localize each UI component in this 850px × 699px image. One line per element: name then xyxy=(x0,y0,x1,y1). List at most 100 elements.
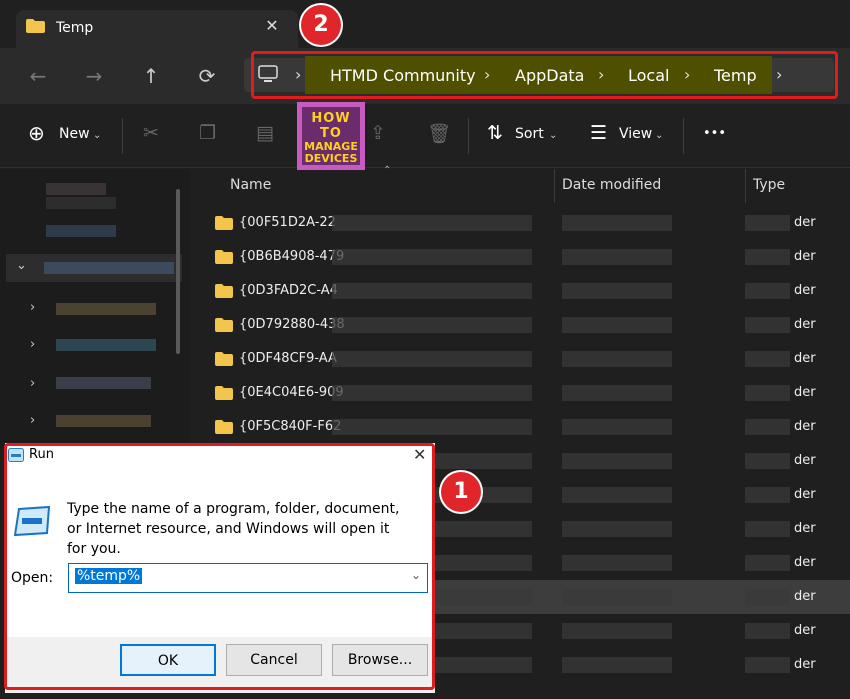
file-type: der xyxy=(794,419,816,434)
blurred-name xyxy=(435,453,532,469)
file-type: der xyxy=(794,249,816,264)
cut-icon[interactable]: ✂ xyxy=(143,122,159,144)
logo-line-1: HOW TO xyxy=(311,111,351,141)
file-type: der xyxy=(794,283,816,298)
file-type: der xyxy=(794,589,816,604)
blurred-name xyxy=(332,351,532,367)
file-type: der xyxy=(794,487,816,502)
blurred-type xyxy=(745,283,790,299)
file-row[interactable]: {0F5C840F-F62 der xyxy=(190,410,850,444)
tab-title: Temp xyxy=(56,20,94,36)
blurred-type xyxy=(745,623,790,639)
blurred-name xyxy=(332,419,532,435)
divider xyxy=(683,118,684,154)
file-name: {00F51D2A-22 xyxy=(239,215,336,230)
blurred-type xyxy=(745,215,790,231)
file-type: der xyxy=(794,623,816,638)
blurred-name xyxy=(332,385,532,401)
more-options-button[interactable]: ••• xyxy=(703,126,726,141)
chevron-right-icon: › xyxy=(30,376,36,391)
blurred-date xyxy=(562,521,672,537)
forward-button[interactable]: → xyxy=(80,62,108,90)
tab-temp[interactable]: Temp ✕ xyxy=(16,10,298,48)
folder-icon xyxy=(215,284,233,298)
share-icon[interactable]: ⇪ xyxy=(370,122,386,144)
file-type: der xyxy=(794,385,816,400)
folder-icon xyxy=(215,216,233,230)
logo-line-3: DEVICES xyxy=(304,152,358,165)
file-name: {0D3FAD2C-A4 xyxy=(239,283,338,298)
divider xyxy=(554,169,555,203)
folder-icon xyxy=(215,250,233,264)
back-button[interactable]: ← xyxy=(24,62,52,90)
new-button[interactable]: New xyxy=(59,126,90,142)
blurred-name xyxy=(332,283,532,299)
file-type: der xyxy=(794,555,816,570)
blurred-item xyxy=(56,377,151,389)
blurred-name xyxy=(435,555,532,571)
file-name: {0E4C04E6-909 xyxy=(239,385,344,400)
blurred-type xyxy=(745,385,790,401)
copy-icon[interactable]: ❐ xyxy=(199,122,216,144)
close-tab-icon[interactable]: ✕ xyxy=(262,16,282,35)
sort-button[interactable]: Sort xyxy=(515,126,544,142)
blurred-name xyxy=(332,215,532,231)
new-icon: ⊕ xyxy=(28,121,45,145)
blurred-type xyxy=(745,555,790,571)
blurred-name xyxy=(435,589,532,605)
divider xyxy=(122,118,123,154)
file-name: {0D792880-438 xyxy=(239,317,345,332)
file-row[interactable]: {0D3FAD2C-A4 der xyxy=(190,274,850,308)
folder-icon xyxy=(215,352,233,366)
annotation-box-address xyxy=(251,51,838,99)
file-name: {0B6B4908-479 xyxy=(239,249,345,264)
column-type[interactable]: Type xyxy=(753,177,785,193)
view-icon: ☰ xyxy=(590,122,608,144)
blurred-item xyxy=(44,262,174,274)
blurred-type xyxy=(745,419,790,435)
sidebar-scrollbar[interactable] xyxy=(176,189,180,354)
blurred-date xyxy=(562,215,672,231)
blurred-type xyxy=(745,453,790,469)
folder-icon xyxy=(26,19,45,33)
folder-icon xyxy=(215,386,233,400)
blurred-type xyxy=(745,249,790,265)
blurred-date xyxy=(562,283,672,299)
blurred-item xyxy=(46,183,106,195)
blurred-type xyxy=(745,589,790,605)
column-name[interactable]: Name xyxy=(230,177,271,193)
refresh-button[interactable]: ⟳ xyxy=(193,62,221,90)
up-button[interactable]: ↑ xyxy=(137,62,165,90)
blurred-name xyxy=(332,249,532,265)
blurred-item xyxy=(56,339,156,351)
howto-logo: HOW TO MANAGE DEVICES xyxy=(297,102,365,170)
paste-icon[interactable]: ▤ xyxy=(256,122,274,144)
delete-icon[interactable]: 🗑 xyxy=(427,122,451,145)
chevron-right-icon: › xyxy=(30,413,36,428)
folder-icon xyxy=(215,420,233,434)
blurred-type xyxy=(745,487,790,503)
file-row[interactable]: {0E4C04E6-909 der xyxy=(190,376,850,410)
blurred-item xyxy=(56,303,156,315)
file-type: der xyxy=(794,351,816,366)
column-date-modified[interactable]: Date modified xyxy=(562,177,661,193)
view-button[interactable]: View xyxy=(619,126,652,142)
blurred-item xyxy=(46,197,116,209)
blurred-date xyxy=(562,623,672,639)
blurred-item xyxy=(56,415,151,427)
folder-icon xyxy=(215,318,233,332)
file-row[interactable]: {0DF48CF9-AA der xyxy=(190,342,850,376)
sort-up-icon: ⌃ xyxy=(383,165,392,176)
file-row[interactable]: {00F51D2A-22 der xyxy=(190,206,850,240)
file-row[interactable]: {0D792880-438 der xyxy=(190,308,850,342)
file-type: der xyxy=(794,215,816,230)
divider xyxy=(468,118,469,154)
file-name: {0DF48CF9-AA xyxy=(239,351,337,366)
chevron-down-icon: ⌄ xyxy=(93,130,102,141)
command-bar: ⊕ New ⌄ ✂ ❐ ▤ ⇪ 🗑 ⇅ Sort ⌄ ☰ View ⌄ ••• xyxy=(0,104,850,168)
file-row[interactable]: {0B6B4908-479 der xyxy=(190,240,850,274)
annotation-badge-2: 2 xyxy=(301,5,341,45)
blurred-date xyxy=(562,487,672,503)
chevron-down-icon: ⌄ xyxy=(549,130,558,141)
blurred-date xyxy=(562,317,672,333)
